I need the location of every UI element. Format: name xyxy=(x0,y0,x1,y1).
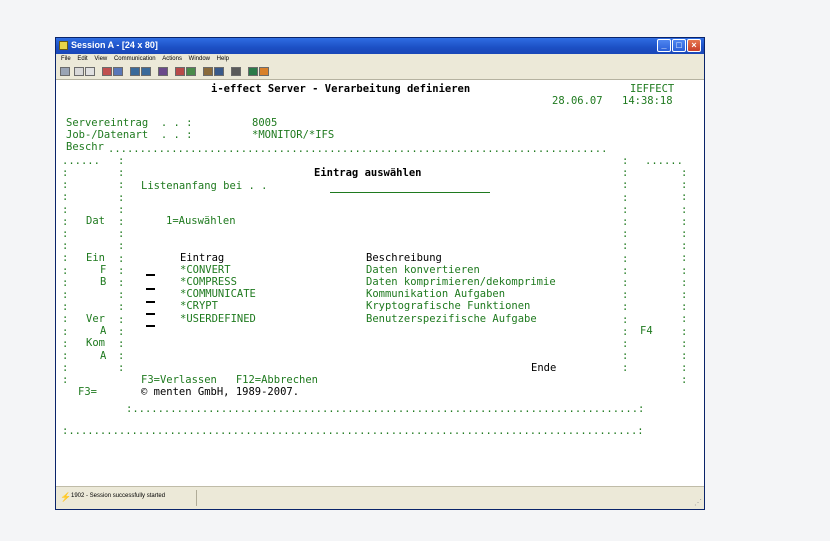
behind-kom: Kom xyxy=(86,337,105,349)
copyright-text: © menten GmbH, 1989-2007. xyxy=(141,386,300,398)
field-value-servereintrag: 8005 xyxy=(252,117,278,129)
menu-edit[interactable]: Edit xyxy=(77,54,87,65)
popup-border-bottom: :.......................................… xyxy=(126,403,645,415)
keyboard-icon[interactable] xyxy=(141,67,151,76)
field-label-job: Job-/Datenart . . : xyxy=(66,129,193,141)
behind-border-left: ...... xyxy=(62,155,100,167)
menu-actions[interactable]: Actions xyxy=(162,54,182,65)
macro-icon[interactable] xyxy=(158,67,168,76)
table-row-entry: *CONVERT xyxy=(180,264,231,276)
start-label: Listenanfang bei . . xyxy=(141,180,268,192)
table-row-desc: Kryptografische Funktionen xyxy=(366,300,531,312)
resize-grip-icon[interactable]: ⋰ xyxy=(694,498,702,507)
disconnect-icon[interactable] xyxy=(259,67,269,76)
behind-a: A xyxy=(100,325,107,337)
terminal-window: Session A - [24 x 80] _ □ × File Edit Vi… xyxy=(55,37,705,510)
list-end-text: Ende xyxy=(531,362,557,374)
app-icon xyxy=(59,41,68,50)
popup-border-top: ........................................… xyxy=(108,143,608,155)
window-title: Session A - [24 x 80] xyxy=(71,40,158,50)
connect-icon[interactable] xyxy=(248,67,258,76)
paste-icon[interactable] xyxy=(85,67,95,76)
menu-file[interactable]: File xyxy=(61,54,71,65)
behind-border-right: ...... xyxy=(645,155,683,167)
table-row-entry: *COMMUNICATE xyxy=(180,288,256,300)
stop-icon[interactable] xyxy=(203,67,213,76)
record-icon[interactable] xyxy=(175,67,185,76)
behind-b: B xyxy=(100,276,107,288)
header-time: 14:38:18 xyxy=(622,95,673,107)
behind-f4: F4 xyxy=(640,325,653,337)
field-label-beschr: Beschr xyxy=(66,141,104,153)
help-icon[interactable] xyxy=(231,67,241,76)
behind-f: F xyxy=(100,264,107,276)
copy-icon[interactable] xyxy=(74,67,84,76)
row-select-input[interactable] xyxy=(146,288,155,290)
title-bar[interactable]: Session A - [24 x 80] _ □ × xyxy=(56,38,704,54)
behind-left-column: : : : : : : : : : : : : : : : : : : xyxy=(62,167,69,387)
play-icon[interactable] xyxy=(186,67,196,76)
settings-icon[interactable] xyxy=(214,67,224,76)
table-row-desc: Daten konvertieren xyxy=(366,264,480,276)
screen-title: i-effect Server - Verarbeitung definiere… xyxy=(211,83,471,95)
table-row-desc: Kommunikation Aufgaben xyxy=(366,288,506,300)
terminal-screen[interactable]: i-effect Server - Verarbeitung definiere… xyxy=(56,80,702,485)
row-select-input[interactable] xyxy=(146,274,155,276)
popup-left-column: : : : : : : : : : : : : : : : : : : xyxy=(118,155,125,375)
field-value-job: *MONITOR/*IFS xyxy=(252,129,335,141)
toolbar xyxy=(56,65,704,80)
receive-icon[interactable] xyxy=(113,67,123,76)
display-icon[interactable] xyxy=(130,67,140,76)
row-select-input[interactable] xyxy=(146,301,155,303)
minimize-button[interactable]: _ xyxy=(657,39,671,52)
popup-right-column: : : : : : : : : : : : : : : : : : : xyxy=(622,155,629,375)
maximize-button[interactable]: □ xyxy=(672,39,686,52)
table-row-entry: *CRYPT xyxy=(180,300,218,312)
print-icon[interactable] xyxy=(60,67,70,76)
options-legend: 1=Auswählen xyxy=(166,215,236,227)
behind-right-column: : : : : : : : : : : : : : : : : : : xyxy=(681,167,688,387)
popup-title: Eintrag auswählen xyxy=(314,167,422,179)
menu-view[interactable]: View xyxy=(94,54,107,65)
behind-dat: Dat xyxy=(86,215,105,227)
behind-a2: A xyxy=(100,350,107,362)
table-row-entry: *USERDEFINED xyxy=(180,313,256,325)
menu-bar: File Edit View Communication Actions Win… xyxy=(56,54,704,65)
connection-icon: ⚡ xyxy=(60,492,72,502)
column-header-description: Beschreibung xyxy=(366,252,442,264)
header-date: 28.06.07 xyxy=(552,95,603,107)
send-icon[interactable] xyxy=(102,67,112,76)
status-bar: ⚡ 1902 - Session successfully started ⋰ xyxy=(56,486,704,509)
status-text: 1902 - Session successfully started xyxy=(71,493,166,499)
close-button[interactable]: × xyxy=(687,39,701,52)
row-select-input[interactable] xyxy=(146,313,155,315)
table-row-desc: Benutzerspezifische Aufgabe xyxy=(366,313,537,325)
table-row-desc: Daten komprimieren/dekomprimie xyxy=(366,276,556,288)
menu-window[interactable]: Window xyxy=(189,54,210,65)
behind-ver: Ver xyxy=(86,313,105,325)
menu-help[interactable]: Help xyxy=(217,54,229,65)
field-label-servereintrag: Servereintrag . . : xyxy=(66,117,193,129)
function-keys: F3=Verlassen F12=Abbrechen xyxy=(141,374,319,386)
start-input[interactable] xyxy=(330,192,490,193)
header-right-label: IEFFECT xyxy=(630,83,675,95)
status-divider xyxy=(196,490,197,506)
behind-ein: Ein xyxy=(86,252,105,264)
behind-border-bottom: :.......................................… xyxy=(62,425,644,437)
menu-communication[interactable]: Communication xyxy=(114,54,156,65)
column-header-entry: Eintrag xyxy=(180,252,225,264)
row-select-input[interactable] xyxy=(146,325,155,327)
behind-f3: F3= xyxy=(78,386,97,398)
table-row-entry: *COMPRESS xyxy=(180,276,237,288)
